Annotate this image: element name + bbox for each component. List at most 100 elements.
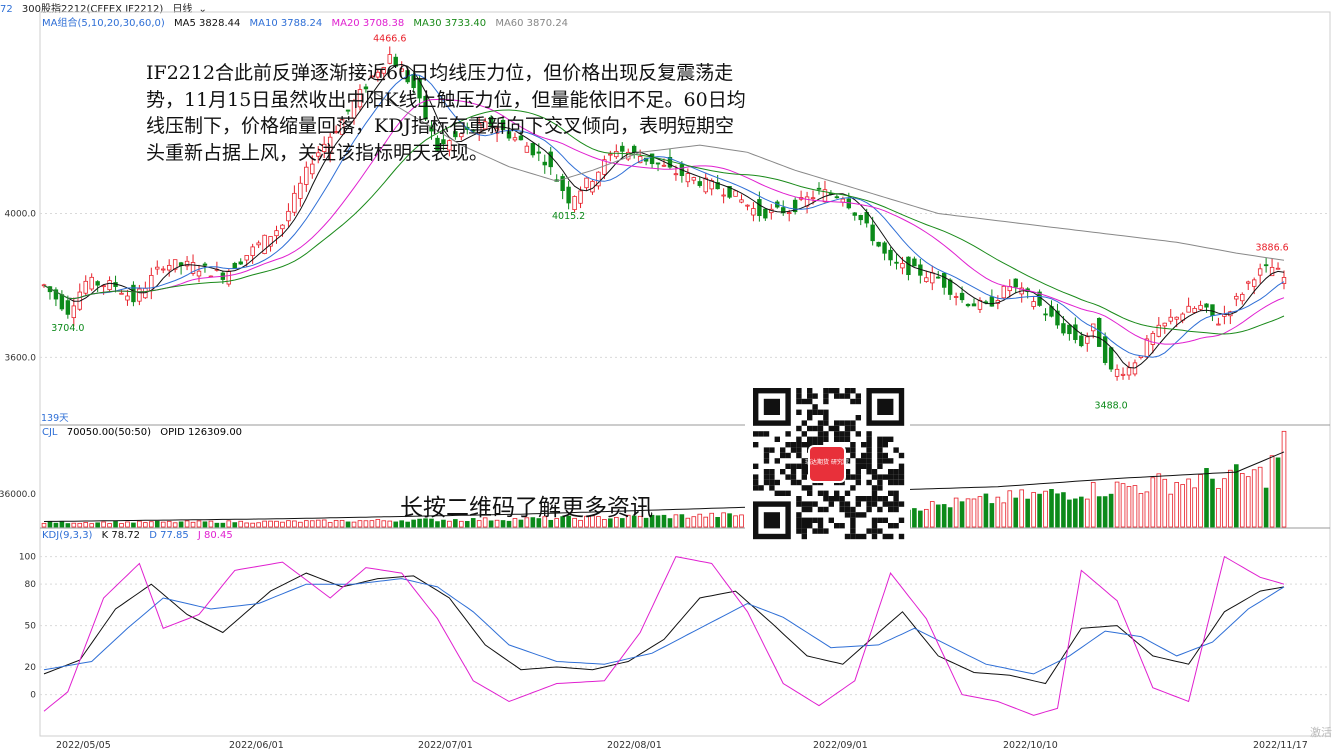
qr-module (796, 442, 802, 448)
qr-module (888, 506, 894, 513)
qr-module (850, 442, 856, 448)
volume-bar (971, 498, 977, 528)
candle (1257, 268, 1263, 276)
candle (912, 258, 917, 267)
volume-bar (196, 520, 202, 528)
qr-module (817, 528, 824, 534)
candle (888, 249, 893, 261)
qr-module (888, 436, 894, 442)
qr-module (855, 398, 861, 405)
volume-bar (1132, 485, 1138, 528)
candle (1186, 305, 1191, 313)
kdj-tick-label: 50 (25, 622, 37, 632)
volume-bar (1049, 489, 1054, 528)
volume-bar (1114, 481, 1120, 528)
qr-module (807, 393, 813, 399)
qr-module (828, 496, 834, 502)
qr-module (839, 506, 845, 513)
qr-module (888, 523, 894, 529)
volume-bar (1096, 496, 1102, 528)
qr-module (861, 496, 867, 502)
candle (196, 270, 202, 277)
volume-bar (262, 520, 267, 528)
qr-module (828, 501, 834, 507)
candle (298, 182, 303, 199)
qr-module (812, 425, 818, 432)
qr-module (790, 447, 797, 453)
volume-bar (947, 507, 953, 528)
volume-bar (250, 522, 255, 528)
qr-module (769, 479, 775, 486)
qr-module (807, 388, 813, 394)
qr-module (871, 474, 878, 480)
qr-module (877, 496, 883, 502)
qr-caption: 长按二维码了解更多资讯 (400, 495, 653, 521)
volume-bar (321, 519, 327, 528)
qr-module (785, 490, 791, 496)
qr-module (834, 393, 840, 399)
candle (751, 208, 756, 216)
volume-bar (59, 521, 65, 528)
candle (584, 177, 589, 189)
volume-bar (929, 501, 935, 528)
qr-module (866, 528, 872, 534)
candle (304, 166, 309, 185)
candle (226, 270, 232, 285)
price-tick-label: 3600.0 (5, 353, 37, 363)
qr-module (861, 463, 867, 469)
qr-module (844, 431, 851, 437)
volume-bar (739, 514, 744, 528)
volume-bar (673, 514, 679, 528)
qr-module (898, 452, 905, 459)
candle (816, 187, 822, 190)
volume-bar (47, 521, 53, 528)
volume-bar (1222, 478, 1227, 528)
volume-bar (304, 520, 309, 528)
candle (959, 292, 965, 301)
qr-module (888, 474, 894, 480)
candle (924, 277, 929, 282)
candle (947, 279, 953, 295)
qr-module (801, 528, 807, 534)
qr-module (785, 431, 791, 437)
candle (930, 272, 935, 284)
qr-module (769, 469, 775, 475)
candle (852, 212, 857, 216)
volume-bar (286, 520, 291, 528)
qr-module (839, 496, 845, 502)
qr-module (877, 479, 883, 486)
candle (1067, 324, 1072, 335)
volume-bar (226, 520, 232, 528)
qr-module (801, 431, 807, 437)
candle (1168, 316, 1173, 322)
qr-module (785, 463, 791, 469)
volume-bar (1269, 455, 1275, 528)
volume-bar (101, 521, 106, 528)
qr-module (796, 512, 802, 518)
volume-bar (65, 523, 71, 528)
qr-module (850, 425, 856, 432)
candle (238, 261, 243, 265)
volume-bar (351, 521, 357, 528)
qr-module (877, 447, 883, 453)
volume-bar (143, 522, 148, 528)
volume-bar (1067, 499, 1072, 528)
volume-bar (220, 522, 226, 528)
candle (882, 242, 887, 254)
qr-module (823, 393, 829, 399)
qr-module (898, 501, 905, 507)
price-annotation: 3704.0 (51, 323, 84, 334)
qr-module (850, 388, 856, 394)
volume-bar (1162, 478, 1168, 528)
qr-module (796, 452, 802, 459)
qr-module (823, 506, 829, 513)
volume-bar (727, 513, 732, 528)
volume-bar (268, 520, 273, 528)
qr-module (882, 501, 888, 507)
qr-module (844, 501, 851, 507)
qr-module (898, 533, 905, 540)
qr-module (823, 528, 829, 534)
volume-bar (1228, 469, 1233, 528)
volume-bar (363, 520, 369, 528)
volume-bar (667, 518, 673, 528)
